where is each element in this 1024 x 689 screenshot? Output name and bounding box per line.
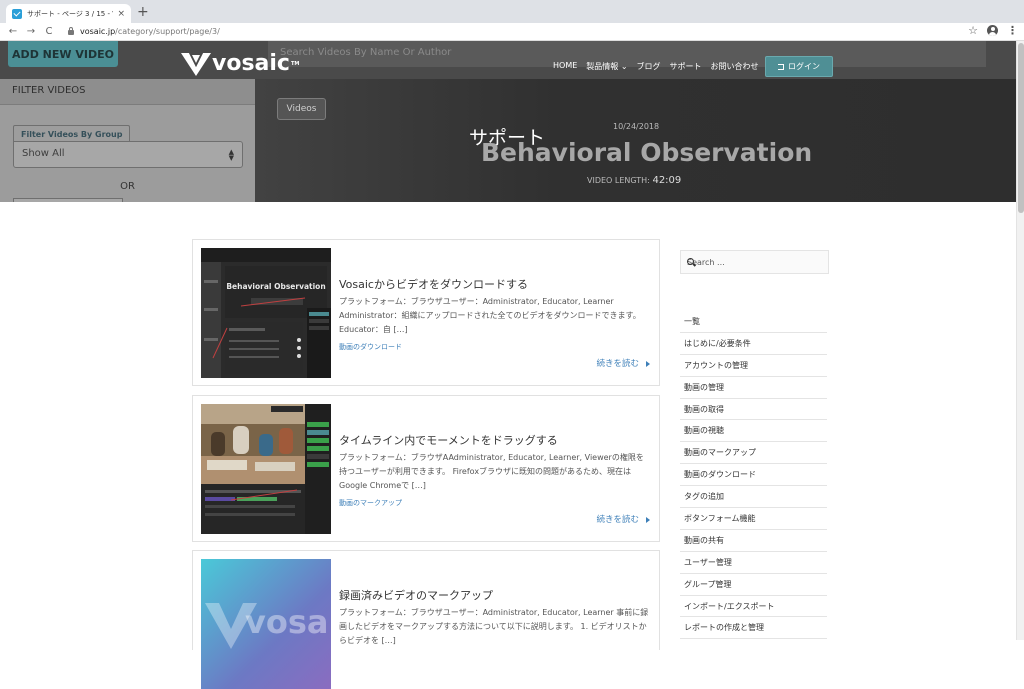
url-field[interactable]: vosaic.jp /category/support/page/3/ [68, 27, 220, 36]
scrollbar-thumb[interactable] [1018, 43, 1024, 213]
browser-tab[interactable]: サポート - ページ 3 / 15 - Vosaic × [6, 4, 131, 23]
sidebar-item[interactable]: 動画の管理 [680, 377, 827, 399]
login-label: ログイン [788, 62, 820, 71]
search-icon[interactable] [687, 258, 694, 265]
read-more-link[interactable]: 続きを読む [596, 513, 650, 525]
sidebar-item[interactable]: ボタンフォーム機能 [680, 508, 827, 530]
filter-group-label: Filter Videos By Group [13, 125, 131, 142]
add-new-video-button[interactable]: ADD NEW VIDEO [8, 41, 118, 67]
nav-products[interactable]: 製品情報 ⌄ [586, 61, 627, 72]
sidebar-item[interactable]: タグの追加 [680, 486, 827, 509]
filter-secondary-input[interactable] [13, 198, 123, 202]
post-excerpt: プラットフォーム：ブラウザユーザー：Administrator, Educato… [339, 297, 641, 334]
read-more-link[interactable]: 続きを読む [596, 357, 650, 369]
filter-group-select[interactable]: Show All ▲ ▼ [13, 141, 243, 168]
tab-close-icon[interactable]: × [117, 9, 125, 19]
sidebar-item[interactable]: レポートの作成と管理 [680, 617, 827, 640]
tab-title: サポート - ページ 3 / 15 - Vosaic [27, 9, 113, 18]
thumbnail-image [201, 404, 331, 534]
thumbnail-logo-text: vosaic [245, 603, 331, 641]
hero-video-title: Behavioral Observation [481, 138, 813, 167]
nav-blog[interactable]: ブログ [637, 61, 661, 72]
vosaic-logo[interactable]: vosaicTM [180, 51, 299, 77]
back-icon[interactable]: ← [4, 26, 22, 37]
post-card: vosaic 録画済みビデオのマークアップ プラットフォーム：ブラウザユーザー：… [192, 550, 660, 689]
login-button[interactable]: ログイン [765, 56, 833, 77]
sidebar-item[interactable]: 動画のダウンロード [680, 464, 827, 487]
sidebar-item[interactable]: はじめに/必要条件 [680, 333, 827, 355]
forward-icon[interactable]: → [22, 26, 40, 37]
page-scrollbar[interactable] [1016, 41, 1024, 640]
post-excerpt: プラットフォーム：ブラウザユーザー：Administrator, Educato… [339, 608, 649, 645]
nav-contact[interactable]: お問い合わせ [711, 61, 759, 72]
sidebar-item[interactable]: 動画の取得 [680, 399, 827, 421]
sidebar-item[interactable]: 一覧 [680, 311, 827, 333]
browser-tab-bar: サポート - ページ 3 / 15 - Vosaic × + [0, 0, 1024, 23]
post-thumbnail[interactable]: Behavioral Observation [201, 248, 331, 378]
reload-icon[interactable]: C [40, 26, 58, 37]
sidebar-item[interactable]: 動画のマークアップ [680, 442, 827, 465]
post-excerpt: プラットフォーム：ブラウザAAdministrator, Educator, L… [339, 453, 644, 490]
post-category-link[interactable]: 動画のマークアップ [339, 498, 402, 508]
post-card: Behavioral Observation Vosaicからビデオをダウンロー… [192, 239, 660, 386]
profile-icon[interactable] [987, 25, 998, 36]
select-arrows-icon: ▲ ▼ [228, 148, 234, 162]
sidebar-item[interactable]: 動画の共有 [680, 530, 827, 552]
sidebar-item[interactable]: 動画の視聴 [680, 420, 827, 443]
post-title[interactable]: 録画済みビデオのマークアップ [339, 587, 493, 603]
bookmark-star-icon[interactable]: ☆ [968, 24, 978, 37]
logo-text: vosaicTM [212, 51, 300, 76]
address-bar: ← → C vosaic.jp /category/support/page/3… [0, 23, 1024, 41]
login-icon [778, 63, 784, 70]
sidebar-item[interactable]: アカウントの管理 [680, 355, 827, 377]
post-category-link[interactable]: 動画のダウンロード [339, 342, 402, 352]
filter-group-value: Show All [22, 148, 65, 159]
vosaic-favicon-icon [12, 8, 22, 19]
hero-video-date: 10/24/2018 [613, 122, 660, 131]
post-title[interactable]: Vosaicからビデオをダウンロードする [339, 276, 528, 292]
post-thumbnail[interactable]: vosaic [201, 559, 331, 689]
post-title[interactable]: タイムライン内でモーメントをドラッグする [339, 432, 558, 448]
vosaic-logo-mark-icon [181, 53, 211, 76]
thumbnail-title: Behavioral Observation [226, 282, 326, 291]
post-thumbnail[interactable] [201, 404, 331, 534]
filter-videos-title: FILTER VIDEOS [0, 79, 255, 105]
sidebar-item[interactable]: インポート/エクスポート [680, 596, 827, 618]
filter-or-label: OR [120, 181, 135, 192]
main-nav: HOME 製品情報 ⌄ ブログ サポート お問い合わせ [553, 61, 759, 72]
hero-video-length: VIDEO LENGTH: 42:09 [587, 175, 682, 186]
nav-home[interactable]: HOME [553, 61, 577, 72]
browser-menu-icon[interactable]: ⋮ [1007, 24, 1018, 37]
sidebar-search-input[interactable]: Search ... [680, 250, 829, 274]
sidebar-item[interactable]: グループ管理 [680, 574, 827, 596]
url-host: vosaic.jp [80, 27, 116, 36]
post-card: タイムライン内でモーメントをドラッグする プラットフォーム：ブラウザAAdmin… [192, 395, 660, 542]
url-path: /category/support/page/3/ [115, 27, 220, 36]
thumbnail-image [201, 248, 331, 378]
videos-button[interactable]: Videos [277, 98, 326, 120]
video-search-placeholder: Search Videos By Name Or Author [280, 47, 452, 58]
category-list: 一覧 はじめに/必要条件 アカウントの管理 動画の管理 動画の取得 動画の視聴 … [680, 311, 827, 640]
lock-icon [68, 27, 74, 35]
browser-actions: ☆ ⋮ [968, 24, 1018, 37]
sidebar-item[interactable]: ユーザー管理 [680, 552, 827, 574]
nav-support[interactable]: サポート [670, 61, 702, 72]
hero-banner: Search Videos By Name Or Author ADD NEW … [0, 41, 1016, 202]
new-tab-button[interactable]: + [137, 5, 149, 19]
